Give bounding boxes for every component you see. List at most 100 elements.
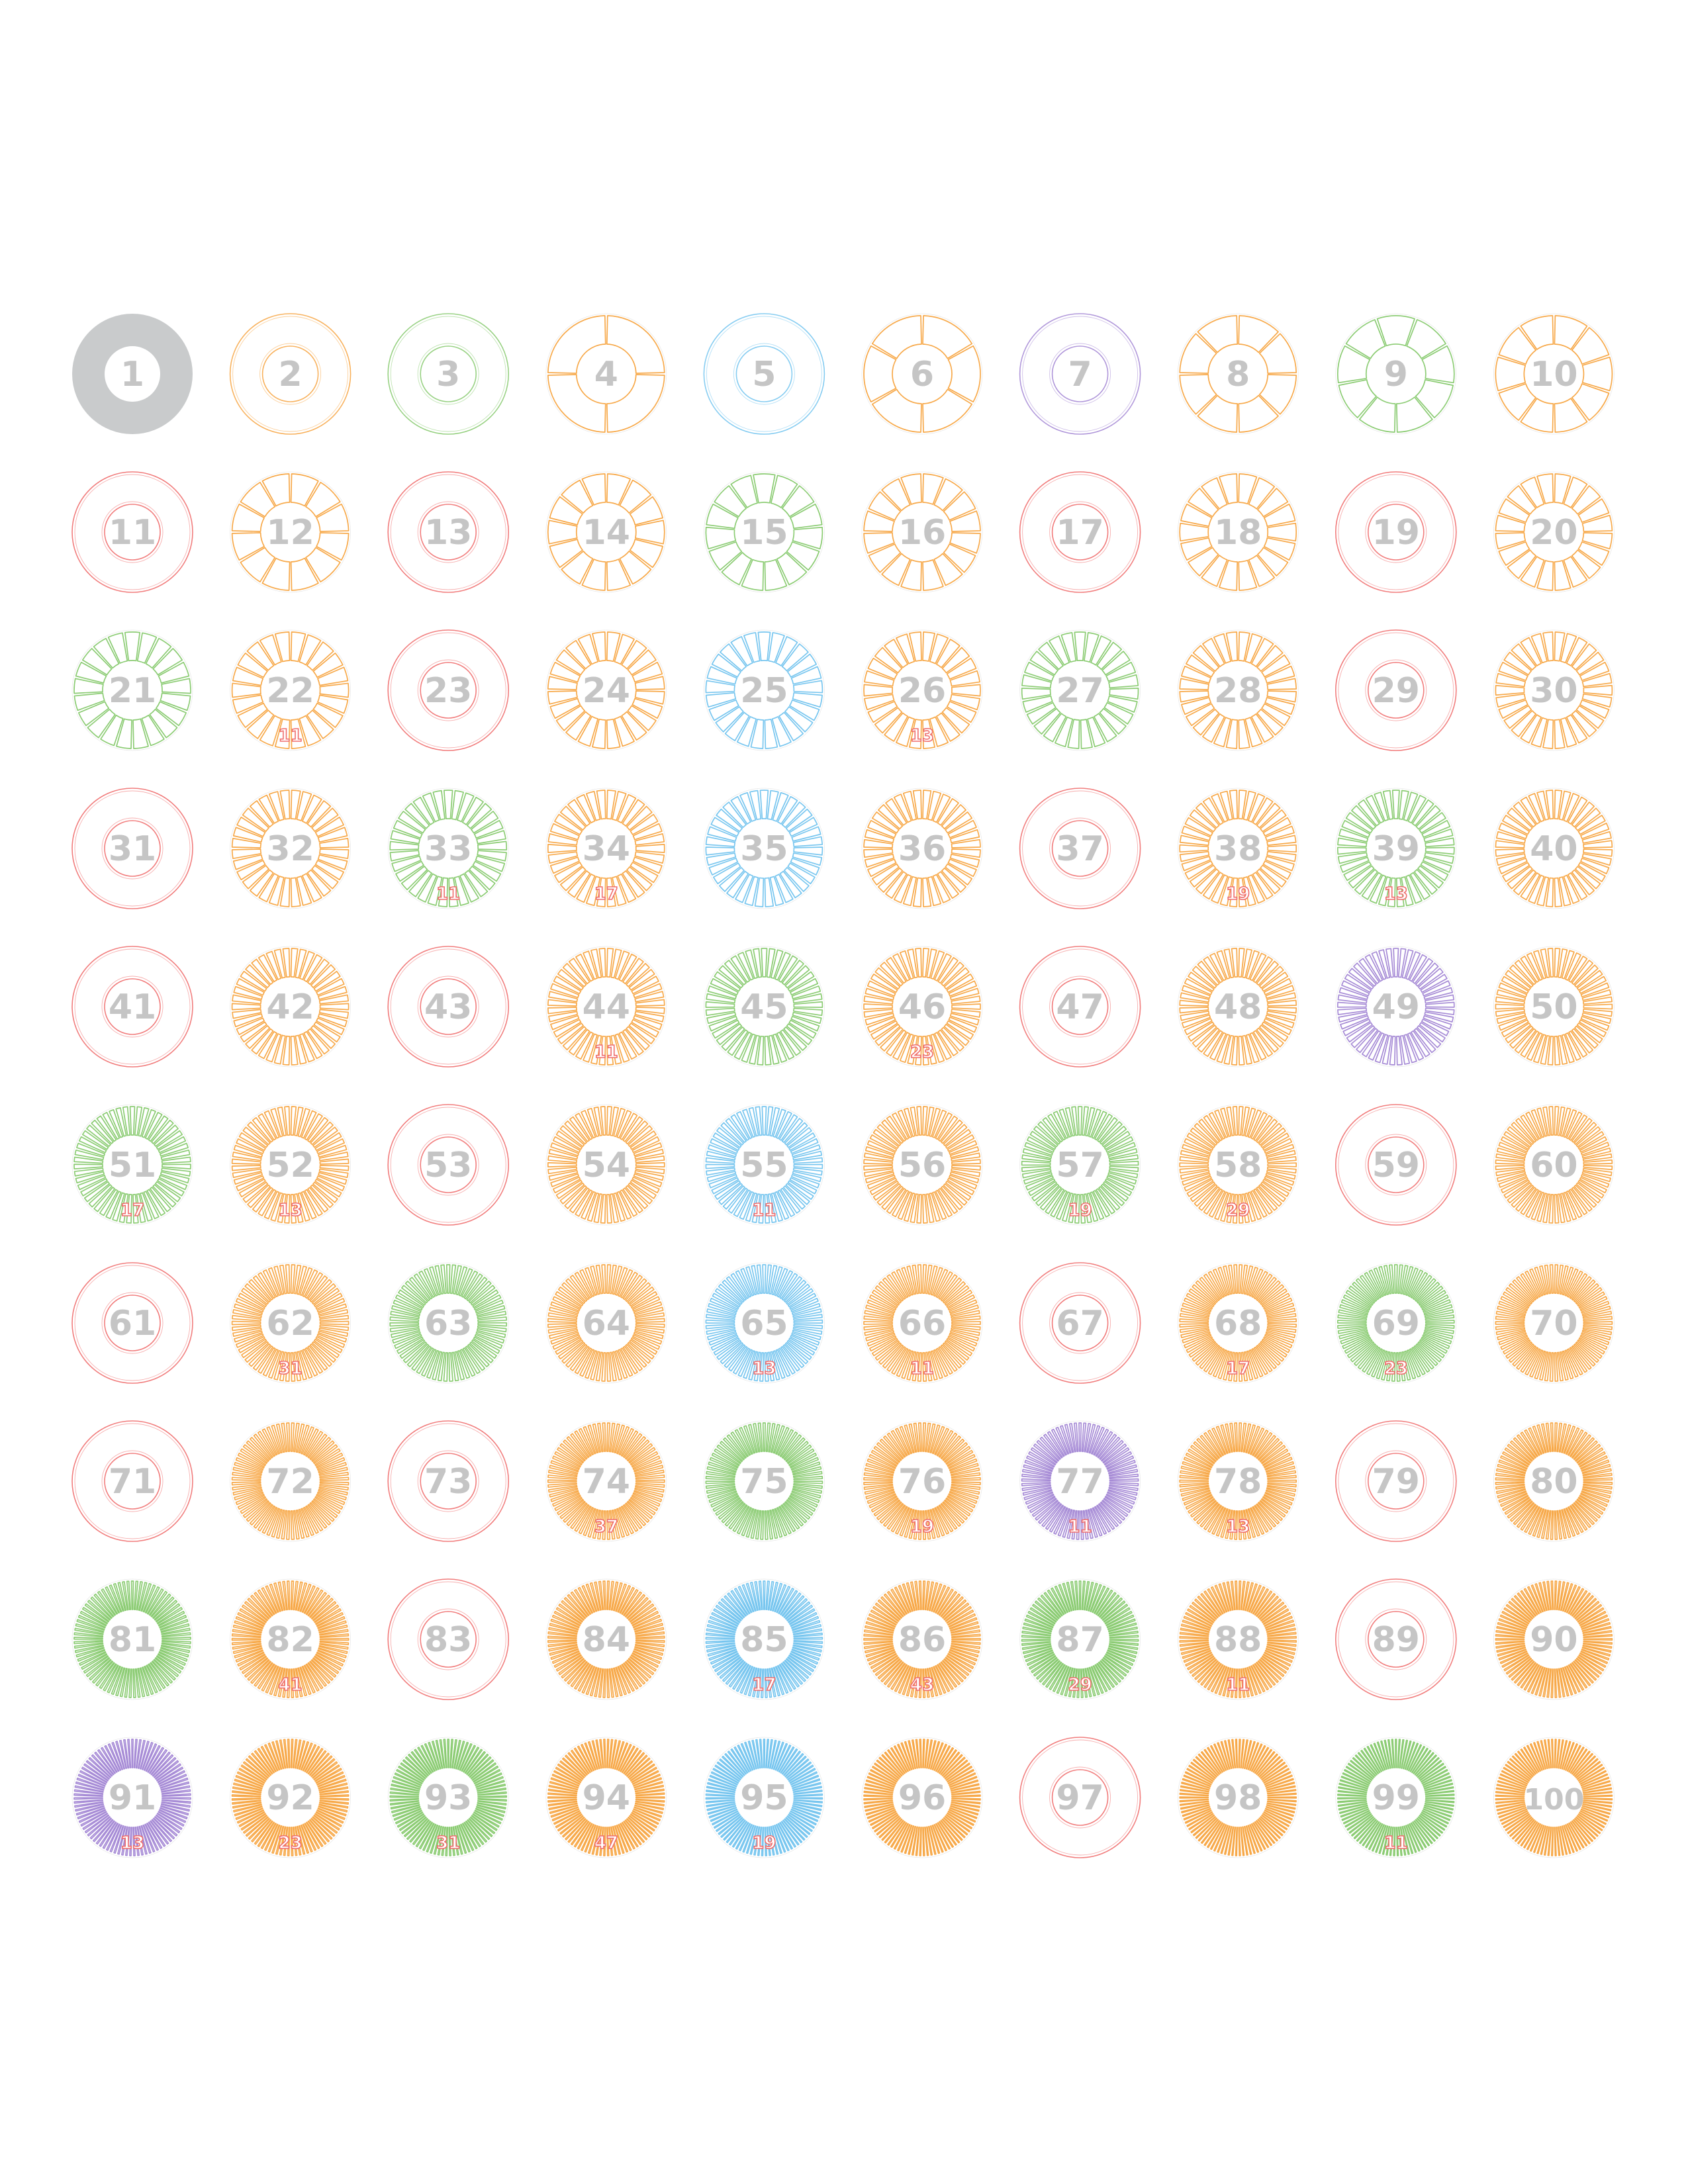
wheel-5: 5	[703, 313, 825, 435]
factor-segment	[871, 388, 922, 433]
wheel-number: 86	[898, 1620, 946, 1660]
factor-segment	[231, 1003, 261, 1011]
factor-segment	[635, 1166, 665, 1175]
wheel-number: 50	[1530, 987, 1577, 1027]
large-prime-label: 13	[120, 1833, 144, 1853]
wheel-36: 36	[861, 788, 983, 909]
factor-segment	[793, 1797, 823, 1800]
factor-segment	[242, 1181, 269, 1203]
factor-segment	[1583, 1477, 1613, 1481]
factor-segment	[274, 631, 291, 662]
factor-segment	[318, 994, 350, 1005]
factor-segment	[547, 1162, 577, 1167]
factor-segment	[132, 718, 149, 749]
factor-segment	[231, 837, 262, 848]
factor-segment	[477, 1322, 508, 1327]
wheel-number: 27	[1056, 671, 1103, 711]
factor-segment	[247, 1184, 271, 1208]
factor-segment	[393, 1299, 422, 1314]
factor-segment	[319, 1003, 350, 1011]
factor-segment	[316, 532, 350, 561]
factor-segment	[951, 1797, 981, 1801]
wheel-90: 90	[1493, 1578, 1615, 1700]
factor-segment	[1413, 1028, 1436, 1054]
factor-segment	[231, 503, 265, 532]
factor-segment	[1248, 555, 1276, 587]
factor-segment	[951, 684, 981, 697]
factor-segment	[750, 718, 765, 749]
factor-segment	[1583, 1321, 1613, 1325]
factor-segment	[567, 870, 591, 898]
factor-segment	[1235, 1739, 1239, 1768]
factor-segment	[721, 552, 753, 586]
factor-segment	[1583, 1797, 1613, 1801]
factor-segment	[730, 475, 758, 508]
factor-segment	[1554, 1827, 1557, 1856]
wheel-number: 15	[740, 513, 788, 553]
factor-segment	[1583, 1481, 1613, 1485]
factor-segment	[1067, 719, 1080, 749]
wheel-number: 71	[109, 1462, 156, 1502]
factor-segment	[1545, 790, 1554, 820]
factor-segment	[603, 1739, 606, 1768]
wheel-49: 49	[1335, 946, 1457, 1068]
factor-segment	[706, 503, 739, 529]
factor-segment	[305, 481, 341, 518]
factor-segment	[880, 1026, 904, 1052]
wheel-number: 63	[424, 1304, 472, 1343]
factor-segment	[1179, 333, 1217, 374]
factor-segment	[947, 345, 981, 403]
wheel-number: 24	[583, 671, 630, 711]
factor-segment	[554, 862, 583, 884]
large-prime-label: 11	[436, 884, 460, 904]
wheel-number: 54	[583, 1146, 630, 1185]
wheel-41: 41	[71, 946, 193, 1068]
wheel-84: 84	[545, 1578, 667, 1700]
factor-segment	[1495, 684, 1525, 696]
factor-segment	[900, 473, 922, 505]
factor-segment	[705, 836, 736, 847]
wheel-32: 32	[230, 788, 352, 909]
wheel-9: 9	[1335, 313, 1457, 435]
factor-segment	[863, 510, 895, 532]
factor-segment	[1238, 473, 1258, 505]
wheel-85: 85 17	[704, 1578, 825, 1700]
factor-segment	[1225, 719, 1239, 749]
factor-segment	[1336, 345, 1371, 384]
wheel-number: 32	[266, 829, 314, 869]
wheel-60: 60	[1493, 1104, 1615, 1226]
wheel-number: 23	[424, 671, 472, 711]
wheel-48: 48	[1177, 946, 1299, 1068]
factor-segment	[1495, 848, 1525, 857]
wheel-number: 30	[1530, 671, 1577, 711]
factor-segment	[1238, 1580, 1242, 1610]
factor-segment	[231, 848, 262, 860]
wheel-number: 35	[740, 829, 788, 869]
factor-segment	[951, 1637, 981, 1641]
wheel-number: 73	[424, 1462, 472, 1502]
factor-segment	[1258, 333, 1297, 374]
factor-segment	[874, 707, 903, 734]
factor-segment	[312, 1181, 338, 1203]
wheel-number: 58	[1214, 1146, 1262, 1185]
wheel-number: 83	[424, 1620, 472, 1660]
wheel-number: 1	[120, 355, 144, 394]
factor-segment	[1197, 315, 1239, 353]
factor-segment	[764, 559, 788, 591]
wheel-number: 82	[266, 1620, 314, 1660]
factor-segment	[154, 1181, 181, 1203]
factor-segment	[626, 962, 650, 987]
factor-segment	[635, 844, 665, 853]
factor-segment	[1425, 837, 1455, 848]
factor-segment	[398, 811, 426, 834]
wheel-number: 97	[1056, 1778, 1103, 1818]
factor-segment	[721, 1026, 745, 1051]
wheel-number: 6	[910, 355, 934, 394]
large-prime-label: 19	[910, 1517, 934, 1537]
factor-segment	[919, 1739, 922, 1768]
factor-segment	[88, 1184, 113, 1208]
factor-segment	[561, 479, 594, 514]
wheel-number: 74	[583, 1462, 630, 1502]
wheel-number: 4	[594, 355, 618, 394]
wheel-15: 15	[704, 471, 825, 593]
